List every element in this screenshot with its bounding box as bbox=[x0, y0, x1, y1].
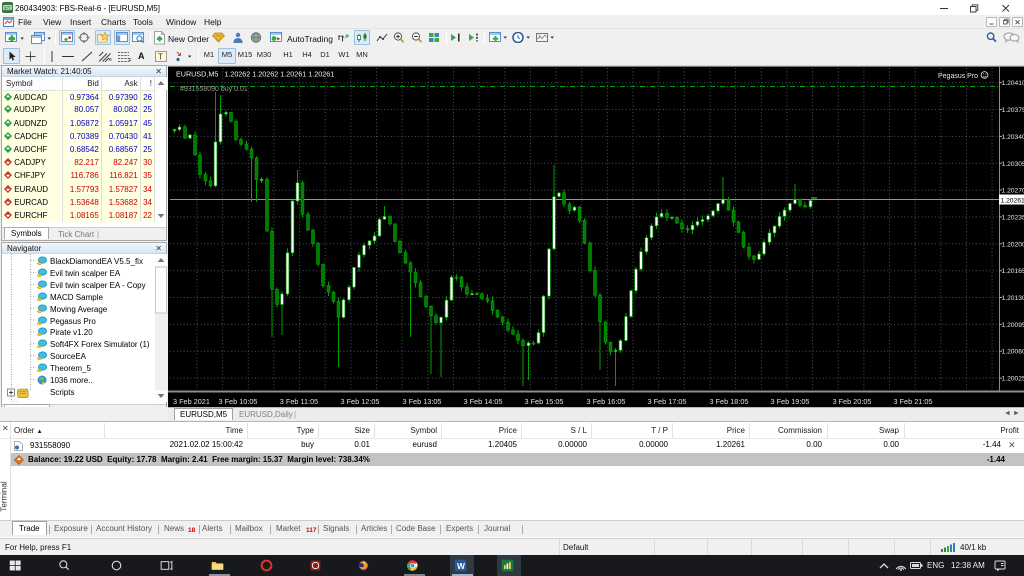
svg-text:3 Feb 16:05: 3 Feb 16:05 bbox=[587, 397, 626, 406]
svg-text:3 Feb 20:05: 3 Feb 20:05 bbox=[833, 397, 872, 406]
svg-text:3 Feb 18:05: 3 Feb 18:05 bbox=[710, 397, 749, 406]
svg-text:3 Feb 15:05: 3 Feb 15:05 bbox=[525, 397, 564, 406]
svg-text:3 Feb 12:05: 3 Feb 12:05 bbox=[341, 397, 380, 406]
svg-text:3 Feb 14:05: 3 Feb 14:05 bbox=[464, 397, 503, 406]
svg-text:1.20261: 1.20261 bbox=[1001, 197, 1024, 204]
svg-text:3 Feb 10:05: 3 Feb 10:05 bbox=[219, 397, 258, 406]
svg-text:1.20340: 1.20340 bbox=[1002, 134, 1024, 141]
svg-text:1.20305: 1.20305 bbox=[1002, 161, 1024, 168]
svg-text:1.20410: 1.20410 bbox=[1002, 80, 1024, 87]
svg-text:1.20025: 1.20025 bbox=[1002, 376, 1024, 383]
svg-text:3 Feb 2021: 3 Feb 2021 bbox=[173, 397, 210, 406]
svg-text:FBS: FBS bbox=[4, 6, 12, 10]
svg-text:#931558090 buy 0.01: #931558090 buy 0.01 bbox=[180, 86, 248, 93]
svg-text:1.20095: 1.20095 bbox=[1002, 322, 1024, 329]
svg-text:T: T bbox=[158, 53, 163, 62]
svg-text:1.20200: 1.20200 bbox=[1002, 241, 1024, 248]
svg-text:3 Feb 13:05: 3 Feb 13:05 bbox=[403, 397, 442, 406]
svg-text:1.20165: 1.20165 bbox=[1002, 268, 1024, 275]
svg-text:W: W bbox=[457, 561, 465, 571]
svg-text:3 Feb 19:05: 3 Feb 19:05 bbox=[771, 397, 810, 406]
svg-text:e: e bbox=[109, 57, 112, 62]
svg-text:1.20375: 1.20375 bbox=[1002, 107, 1024, 114]
svg-text:1.20060: 1.20060 bbox=[1002, 349, 1024, 356]
svg-text:3 Feb 17:05: 3 Feb 17:05 bbox=[648, 397, 687, 406]
svg-text:3 Feb 11:05: 3 Feb 11:05 bbox=[280, 397, 318, 406]
svg-text:1.20130: 1.20130 bbox=[1002, 295, 1024, 302]
svg-text:F: F bbox=[129, 58, 132, 62]
svg-text:3 Feb 21:05: 3 Feb 21:05 bbox=[894, 397, 933, 406]
svg-text:1.20270: 1.20270 bbox=[1002, 188, 1024, 195]
svg-text:Pegasus Pro: Pegasus Pro bbox=[938, 73, 978, 80]
svg-text:1.20235: 1.20235 bbox=[1002, 214, 1024, 221]
svg-text:EURUSD,M5 1.20262 1.20262 1.: EURUSD,M5 1.20262 1.20262 1.20261 1.2026… bbox=[176, 70, 334, 79]
